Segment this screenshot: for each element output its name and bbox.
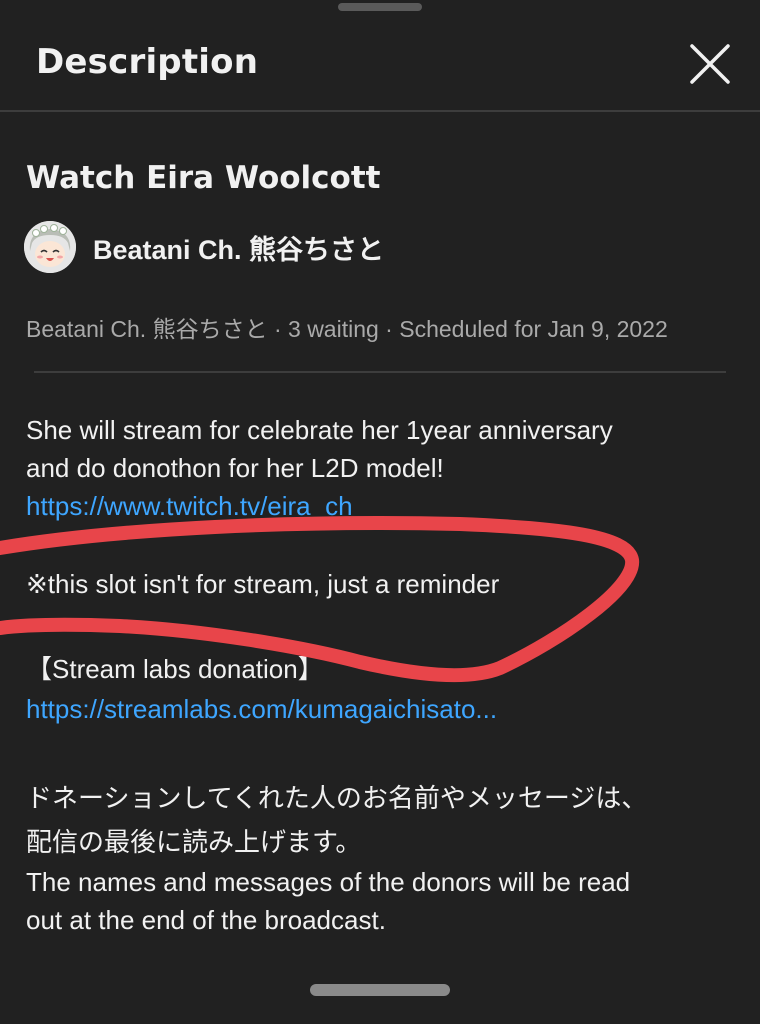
- twitch-link[interactable]: https://www.twitch.tv/eira_ch: [26, 491, 353, 521]
- video-title: Watch Eira Woolcott: [26, 160, 381, 196]
- channel-row[interactable]: Beatani Ch. 熊谷ちさと: [24, 220, 384, 274]
- close-icon: [690, 44, 730, 84]
- avatar[interactable]: [24, 221, 76, 273]
- avatar-image: [24, 221, 76, 273]
- streamlabs-link-row: https://streamlabs.com/kumagaichisato...: [26, 690, 726, 728]
- japanese-note-line: ドネーションしてくれた人のお名前やメッセージは、: [26, 783, 648, 813]
- panel-title: Description: [36, 42, 259, 82]
- japanese-note-line: 配信の最後に読み上げます。: [26, 827, 362, 857]
- twitch-link-row: https://www.twitch.tv/eira_ch: [26, 487, 726, 525]
- english-note-line: out at the end of the broadcast.: [26, 905, 386, 935]
- streamlabs-link[interactable]: https://streamlabs.com/kumagaichisato...: [26, 694, 497, 724]
- reminder-line: ※this slot isn't for stream, just a remi…: [26, 569, 500, 599]
- video-meta: Beatani Ch. 熊谷ちさと · 3 waiting · Schedule…: [26, 316, 668, 342]
- english-note-line: The names and messages of the donors wil…: [26, 867, 631, 897]
- separator-dashes: -----------: [26, 610, 111, 640]
- panel-header: Description: [0, 0, 760, 112]
- streamlabs-heading: 【Stream labs donation】: [26, 654, 324, 684]
- close-button[interactable]: [684, 38, 736, 90]
- divider: [34, 371, 726, 373]
- description-line: She will stream for celebrate her 1year …: [26, 415, 613, 445]
- channel-name[interactable]: Beatani Ch. 熊谷ちさと: [93, 228, 384, 267]
- description-panel: Description Watch Eira Woolcott Beatani …: [0, 0, 760, 1024]
- bottom-drag-handle[interactable]: [310, 984, 450, 996]
- description-line: and do donothon for her L2D model!: [26, 453, 444, 483]
